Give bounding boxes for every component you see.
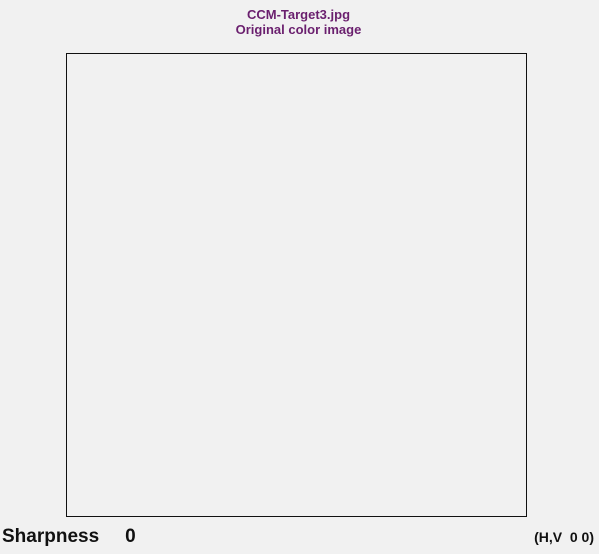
image-filename: CCM-Target3.jpg	[246, 7, 351, 22]
sharpness-readout: Sharpness 0	[2, 526, 136, 548]
image-title: CCM-Target3.jpg Original color image	[0, 7, 597, 37]
sharpness-label: Sharpness	[2, 526, 100, 547]
sharpness-value: 0	[125, 526, 136, 547]
hv-coordinate-readout: (H,V 0 0)	[534, 529, 594, 545]
image-display-area[interactable]	[66, 53, 527, 517]
image-subtitle: Original color image	[235, 22, 362, 37]
